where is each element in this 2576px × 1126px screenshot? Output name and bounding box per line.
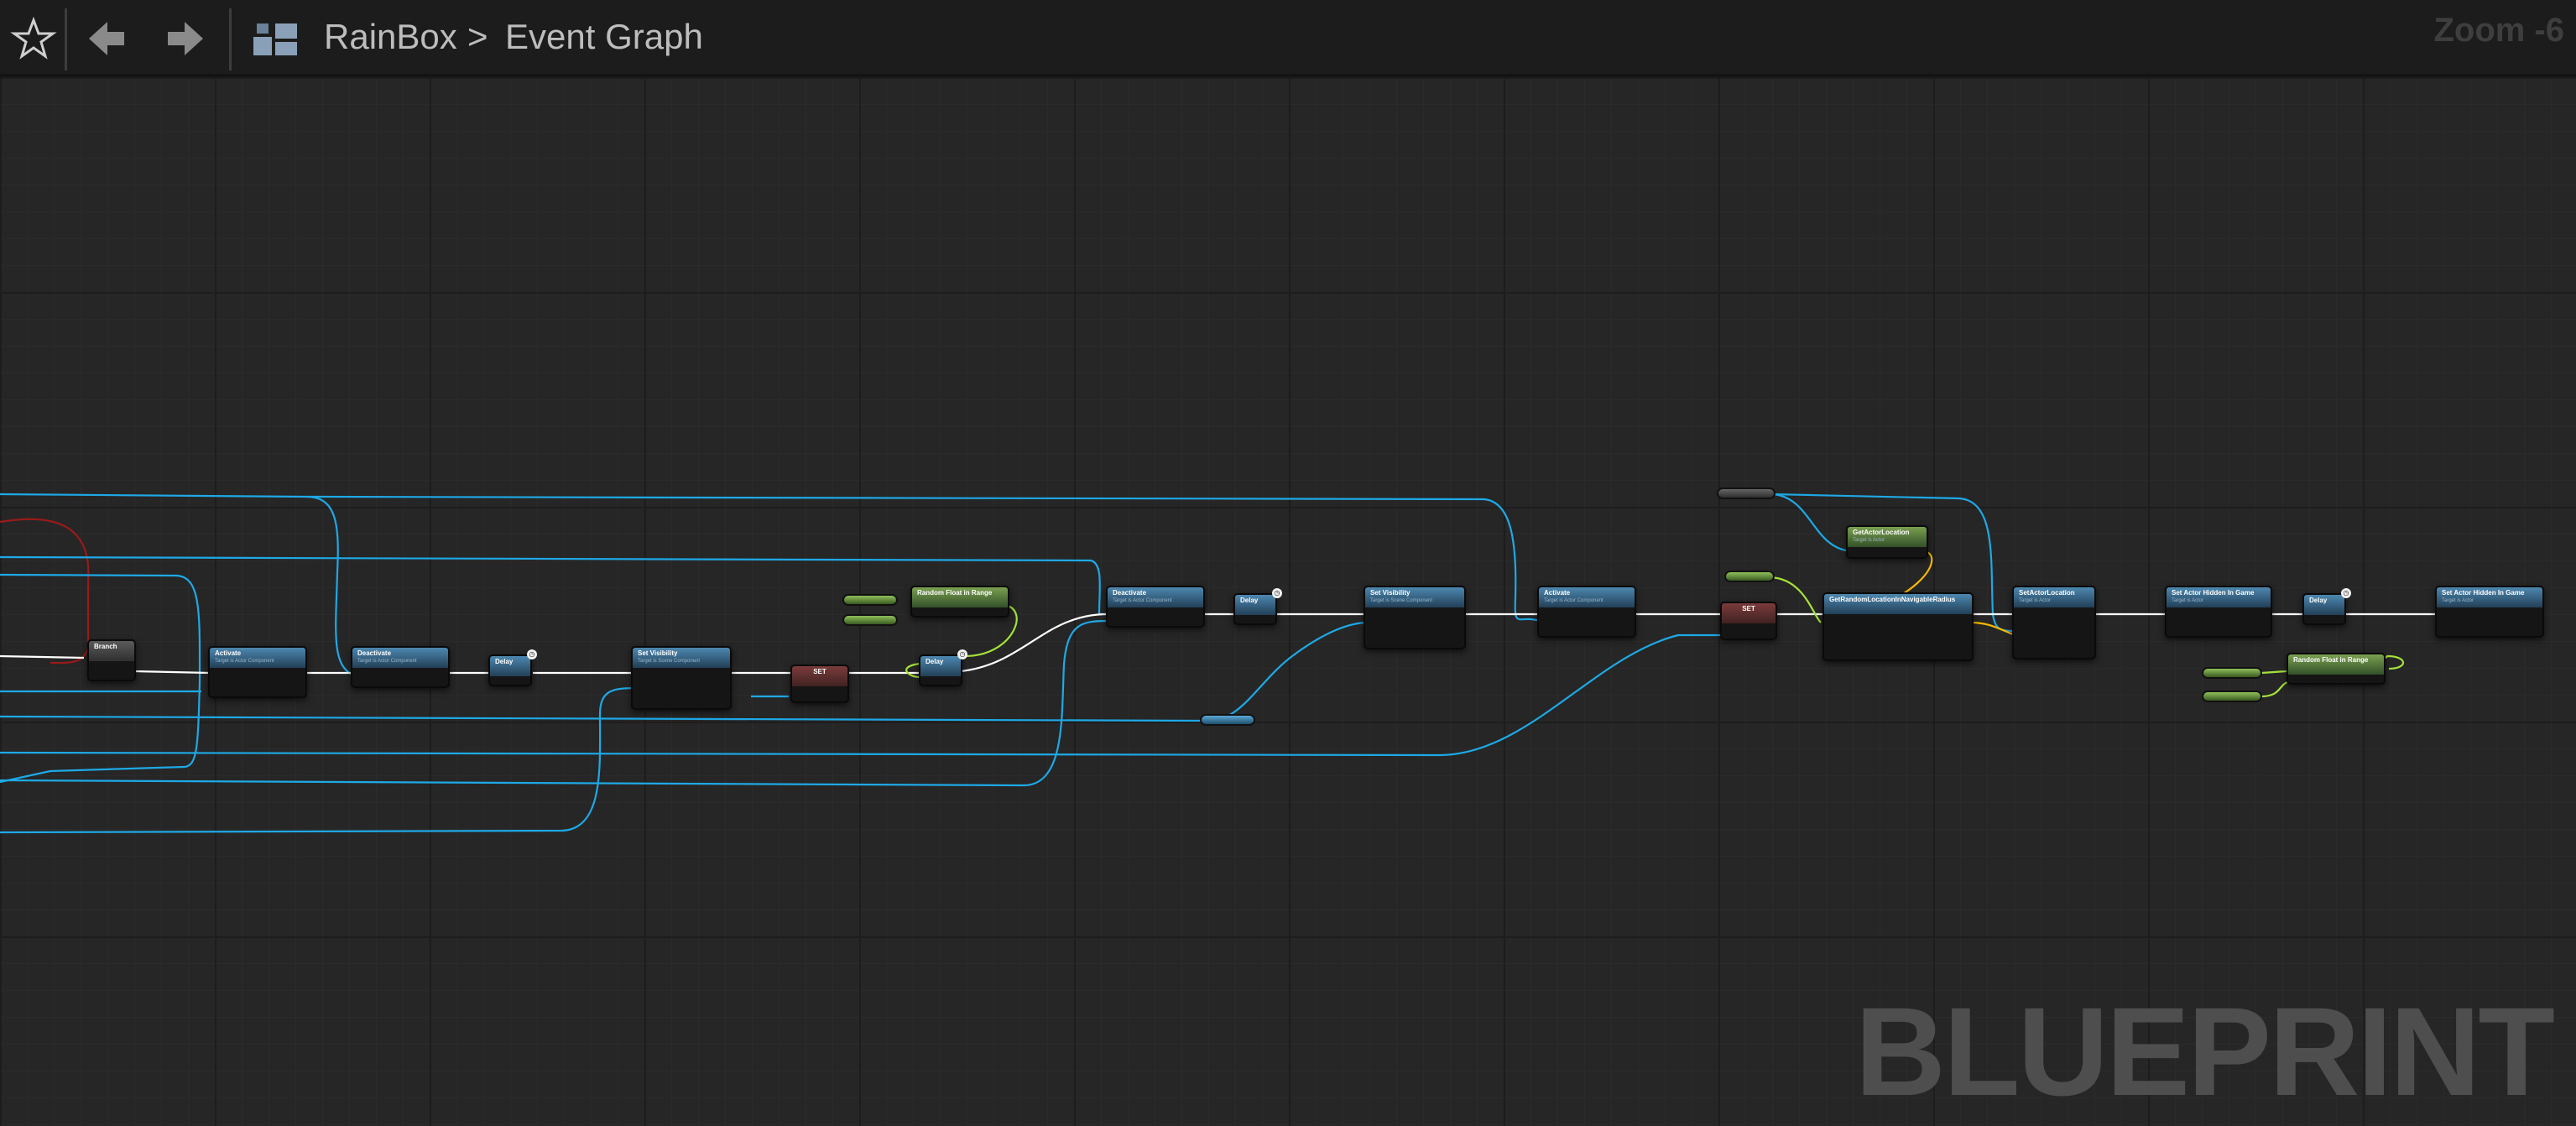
node-title: Set Actor Hidden In Game: [2442, 589, 2525, 597]
float-wire: [1770, 576, 1822, 623]
node-get-random-location-in-navigable-radius[interactable]: GetRandomLocationInNavigableRadius: [1822, 592, 1974, 661]
toolbar: RainBox > Event Graph Zoom -6: [0, 0, 2576, 77]
node-title: Activate: [1544, 589, 1571, 597]
clock-icon: ◷: [1272, 588, 1282, 598]
node-set-visibility[interactable]: Set Visibility Target is Scene Component: [631, 646, 732, 710]
node-title: Activate: [215, 649, 242, 657]
graph-canvas[interactable]: Branch Activate Target is Actor Component…: [0, 77, 2576, 1126]
node-activate[interactable]: Activate Target is Actor Component: [208, 646, 307, 698]
node-set[interactable]: SET: [1720, 602, 1777, 640]
node-delay[interactable]: Delay: [1233, 593, 1277, 625]
node-title: Set Actor Hidden In Game: [2172, 589, 2255, 597]
node-title: Set Visibility: [638, 649, 678, 657]
node-delay[interactable]: Delay: [488, 654, 532, 686]
arrow-right-icon[interactable]: [158, 12, 211, 65]
clock-icon: ◷: [527, 649, 537, 659]
node-set[interactable]: SET: [790, 665, 849, 703]
node-title: SET: [813, 668, 827, 675]
arrow-left-icon[interactable]: [81, 12, 134, 65]
node-title: Random Float in Range: [2293, 656, 2369, 664]
float-variable-getter[interactable]: [842, 594, 898, 606]
node-set-actor-hidden-in-game[interactable]: Set Actor Hidden In Game Target is Actor: [2165, 586, 2272, 638]
variable-getter[interactable]: [1717, 487, 1776, 499]
node-title: Delay: [1240, 597, 1259, 604]
float-variable-getter[interactable]: [842, 614, 898, 626]
node-title: Deactivate: [357, 649, 392, 657]
node-title: Set Visibility: [1370, 589, 1411, 597]
node-title: GetRandomLocationInNavigableRadius: [1829, 596, 1956, 603]
node-activate[interactable]: Activate Target is Actor Component: [1537, 586, 1636, 638]
node-subtitle: Target is Scene Component: [1370, 598, 1433, 603]
node-delay[interactable]: Delay: [2302, 593, 2346, 625]
zoom-level: Zoom -6: [2433, 12, 2564, 49]
node-set-actor-location[interactable]: SetActorLocation Target is Actor: [2012, 586, 2096, 659]
breadcrumb-separator: >: [467, 17, 488, 56]
node-subtitle: Target is Scene Component: [638, 659, 701, 664]
blueprint-graph-icon: [253, 23, 297, 55]
object-wire: [0, 686, 639, 834]
clock-icon: ◷: [2341, 588, 2351, 598]
node-subtitle: Target is Actor: [2442, 598, 2474, 603]
object-variable-getter[interactable]: [1200, 714, 1255, 726]
toolbar-separator: [229, 8, 232, 70]
node-set-actor-hidden-in-game[interactable]: Set Actor Hidden In Game Target is Actor: [2435, 586, 2544, 638]
node-title: GetActorLocation: [1853, 529, 1910, 536]
node-deactivate[interactable]: Deactivate Target is Actor Component: [1106, 586, 1205, 628]
toolbar-separator: [65, 8, 67, 70]
node-title: Delay: [495, 658, 514, 665]
node-title: Branch: [94, 643, 117, 650]
node-random-float-in-range[interactable]: Random Float in Range: [910, 586, 1009, 618]
clock-icon: ◷: [957, 649, 967, 659]
node-title: Random Float in Range: [917, 589, 993, 597]
node-subtitle: Target is Actor Component: [357, 659, 417, 664]
node-delay[interactable]: Delay: [919, 654, 962, 686]
node-subtitle: Target is Actor Component: [215, 659, 274, 664]
node-title: Deactivate: [1113, 589, 1147, 597]
exec-wire: [0, 654, 919, 675]
blueprint-watermark: BLUEPRINT: [1854, 981, 2555, 1122]
node-branch[interactable]: Branch: [87, 639, 136, 681]
breadcrumb-asset[interactable]: RainBox: [324, 17, 457, 57]
node-title: SetActorLocation: [2019, 589, 2075, 597]
error-wire: [0, 518, 90, 665]
node-subtitle: Target is Actor: [1853, 538, 1885, 543]
star-icon[interactable]: [7, 12, 60, 65]
float-variable-getter[interactable]: [2202, 691, 2262, 702]
object-wire: [0, 619, 1110, 787]
node-subtitle: Target is Actor: [2172, 598, 2204, 603]
node-subtitle: Target is Actor: [2019, 598, 2052, 603]
node-set-visibility[interactable]: Set Visibility Target is Scene Component: [1364, 586, 1466, 649]
node-subtitle: Target is Actor Component: [1544, 598, 1603, 603]
float-variable-getter[interactable]: [1724, 571, 1775, 582]
float-variable-getter[interactable]: [2202, 667, 2262, 679]
object-wire: [1771, 493, 1855, 553]
breadcrumb-graph[interactable]: Event Graph: [505, 17, 703, 57]
node-subtitle: Target is Actor Component: [1113, 598, 1172, 603]
node-random-float-in-range[interactable]: Random Float in Range: [2287, 653, 2386, 685]
node-title: Delay: [2309, 597, 2328, 604]
node-title: SET: [1742, 605, 1755, 613]
node-get-actor-location[interactable]: GetActorLocation Target is Actor: [1846, 525, 1928, 559]
node-deactivate[interactable]: Deactivate Target is Actor Component: [351, 646, 450, 688]
node-title: Delay: [926, 658, 944, 665]
